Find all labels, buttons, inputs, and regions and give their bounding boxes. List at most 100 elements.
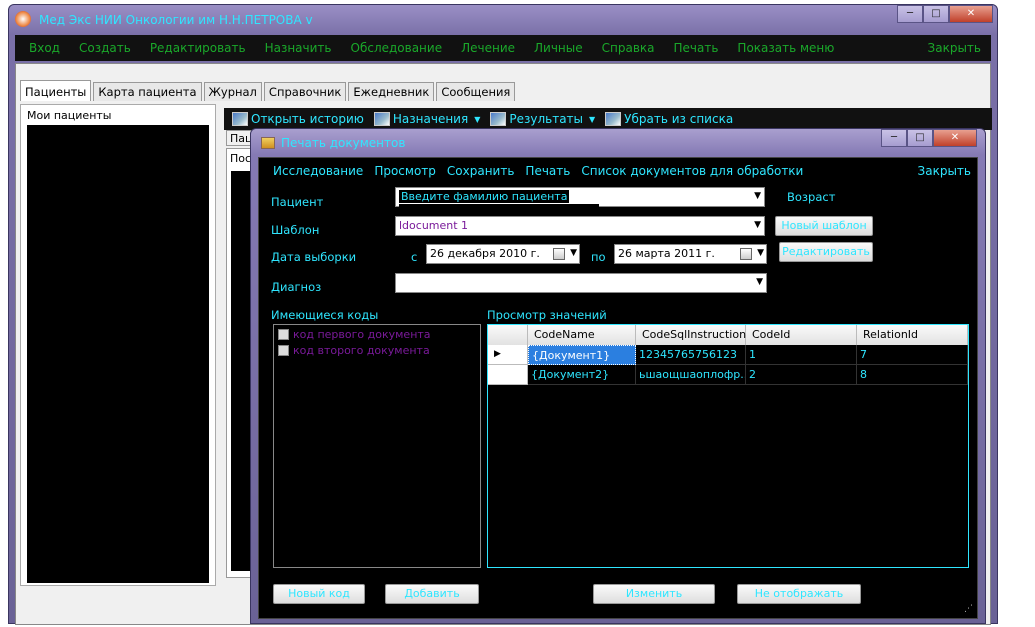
menu-pechat[interactable]: Печать (674, 41, 719, 55)
diagnosis-label: Диагноз (271, 280, 322, 294)
image-icon (232, 112, 248, 126)
col-relationid[interactable]: RelationId (857, 325, 968, 345)
code-item-2[interactable]: код второго документа (278, 343, 480, 357)
menu-lechenie[interactable]: Лечение (461, 41, 515, 55)
print-documents-dialog: Печать документов ─ □ ✕ Исследование Про… (250, 128, 986, 624)
menu-naznachit[interactable]: Назначить (265, 41, 332, 55)
image-icon (490, 112, 507, 126)
main-window-title: Мед Экс НИИ Онкологии им Н.Н.ПЕТРОВА v (39, 13, 313, 27)
dialog-close-button[interactable]: ✕ (933, 129, 977, 147)
menu-sozdat[interactable]: Создать (79, 41, 131, 55)
dmenu-preview[interactable]: Просмотр (374, 164, 436, 178)
dropdown-arrow-icon: ▼ (570, 248, 577, 258)
table-row[interactable]: {Документ2} ьшаощшаоплофр... 2 8 (488, 365, 968, 385)
menu-pokazat-menu[interactable]: Показать меню (737, 41, 834, 55)
date-label: Дата выборки (271, 250, 357, 264)
resize-grip-icon[interactable]: ⋰ (964, 604, 973, 614)
tab-journal[interactable]: Журнал (203, 82, 262, 101)
dmenu-save[interactable]: Сохранить (447, 164, 515, 178)
calendar-icon (553, 248, 565, 260)
my-patients-label: Мои пациенты (27, 109, 112, 122)
dropdown-arrow-icon: ▼ (589, 114, 596, 124)
dialog-maximize-button[interactable]: □ (907, 129, 933, 147)
menu-close[interactable]: Закрыть (928, 41, 981, 55)
main-menubar: Вход Создать Редактировать Назначить Обс… (15, 35, 991, 61)
menu-lichnye[interactable]: Личные (534, 41, 583, 55)
change-button[interactable]: Изменить (593, 584, 715, 604)
new-template-button[interactable]: Новый шаблон (775, 216, 873, 236)
my-patients-list[interactable] (27, 125, 209, 583)
results-button[interactable]: Результаты ▼ (490, 112, 595, 126)
dmenu-print[interactable]: Печать (525, 164, 570, 178)
patient-value: Введите фамилию пациента (399, 190, 570, 203)
date-to-picker[interactable]: 26 марта 2011 г. ▼ (614, 244, 767, 264)
add-button[interactable]: Добавить (385, 584, 479, 604)
my-patients-panel: Мои пациенты (20, 104, 216, 586)
dialog-menubar: Исследование Просмотр Сохранить Печать С… (259, 162, 977, 180)
remove-from-list-button[interactable]: Убрать из списка (605, 112, 733, 126)
menu-obsledovanie[interactable]: Обследование (351, 41, 443, 55)
cell-relationid[interactable]: 8 (857, 365, 968, 385)
grid-row-header-corner (488, 325, 528, 345)
grid-header: CodeName CodeSqlInstruction CodeId Relat… (488, 325, 968, 345)
dialog-title: Печать документов (281, 136, 406, 150)
dmenu-research[interactable]: Исследование (273, 164, 363, 178)
diagnosis-combo[interactable]: ▼ (395, 273, 767, 293)
col-codesqlinstruction[interactable]: CodeSqlInstruction (636, 325, 746, 345)
age-label: Возраст (787, 190, 836, 204)
hide-button[interactable]: Не отображать (737, 584, 861, 604)
code-item-label: код первого документа (293, 327, 431, 341)
values-grid: CodeName CodeSqlInstruction CodeId Relat… (487, 324, 969, 568)
minimize-button[interactable]: ─ (897, 5, 923, 23)
dialog-minimize-button[interactable]: ─ (881, 129, 907, 147)
codes-label: Имеющиеся коды (271, 308, 379, 322)
menu-redaktirovat[interactable]: Редактировать (150, 41, 246, 55)
maximize-button[interactable]: □ (923, 5, 949, 23)
patient-label: Пациент (271, 195, 324, 209)
print-dialog-icon (261, 137, 275, 149)
cell-codesql[interactable]: 12345765756123 (636, 345, 746, 365)
code-item-1[interactable]: код первого документа (278, 327, 480, 341)
cell-codename[interactable]: {Документ2} (528, 365, 636, 385)
dropdown-arrow-icon: ▼ (474, 114, 481, 124)
dropdown-arrow-icon: ▼ (757, 248, 764, 258)
template-combo[interactable]: ldocument 1 ▼ (395, 216, 765, 236)
open-history-button[interactable]: Открыть историю (232, 112, 364, 126)
col-codeid[interactable]: CodeId (746, 325, 857, 345)
cell-relationid[interactable]: 7 (857, 345, 968, 365)
dmenu-doc-list[interactable]: Список документов для обработки (581, 164, 803, 178)
dialog-body: Исследование Просмотр Сохранить Печать С… (258, 157, 978, 619)
dmenu-close[interactable]: Закрыть (918, 164, 971, 178)
dropdown-arrow-icon: ▼ (756, 277, 763, 287)
tab-planner[interactable]: Ежедневник (348, 82, 435, 101)
appointments-label: Назначения (392, 112, 469, 126)
cell-codeid[interactable]: 1 (746, 345, 857, 365)
dialog-window-controls: ─ □ ✕ (881, 129, 977, 147)
edit-button[interactable]: Редактировать (779, 242, 873, 262)
checkbox[interactable] (278, 328, 289, 340)
tab-reference[interactable]: Справочник (263, 82, 347, 101)
image-icon (605, 112, 622, 126)
tab-patients[interactable]: Пациенты (20, 80, 92, 101)
date-to-value: 26 марта 2011 г. (618, 247, 715, 260)
menu-spravka[interactable]: Справка (602, 41, 655, 55)
appointments-button[interactable]: Назначения ▼ (373, 112, 481, 126)
cell-codeid[interactable]: 2 (746, 365, 857, 385)
results-label: Результаты (509, 112, 584, 126)
cell-codename[interactable]: {Документ1} (528, 345, 636, 365)
patient-combo[interactable]: Введите фамилию пациента ▼ (395, 187, 765, 216)
template-value: ldocument 1 (399, 219, 469, 232)
date-from-picker[interactable]: 26 декабря 2010 г. ▼ (426, 244, 580, 264)
patients-toolbar: Открыть историю Назначения ▼ Результаты … (224, 108, 992, 130)
menu-vhod[interactable]: Вход (29, 41, 60, 55)
dropdown-arrow-icon: ▼ (754, 191, 761, 201)
table-row[interactable]: ▶ {Документ1} 12345765756123 1 7 (488, 345, 968, 365)
new-code-button[interactable]: Новый код (273, 584, 365, 604)
col-codename[interactable]: CodeName (528, 325, 636, 345)
cell-codesql[interactable]: ьшаощшаоплофр... (636, 365, 746, 385)
checkbox[interactable] (278, 344, 289, 356)
close-button[interactable]: ✕ (949, 5, 993, 23)
tab-patient-card[interactable]: Карта пациента (93, 82, 202, 101)
tab-messages[interactable]: Сообщения (436, 82, 516, 101)
main-window-controls: ─ □ ✕ (897, 5, 993, 23)
